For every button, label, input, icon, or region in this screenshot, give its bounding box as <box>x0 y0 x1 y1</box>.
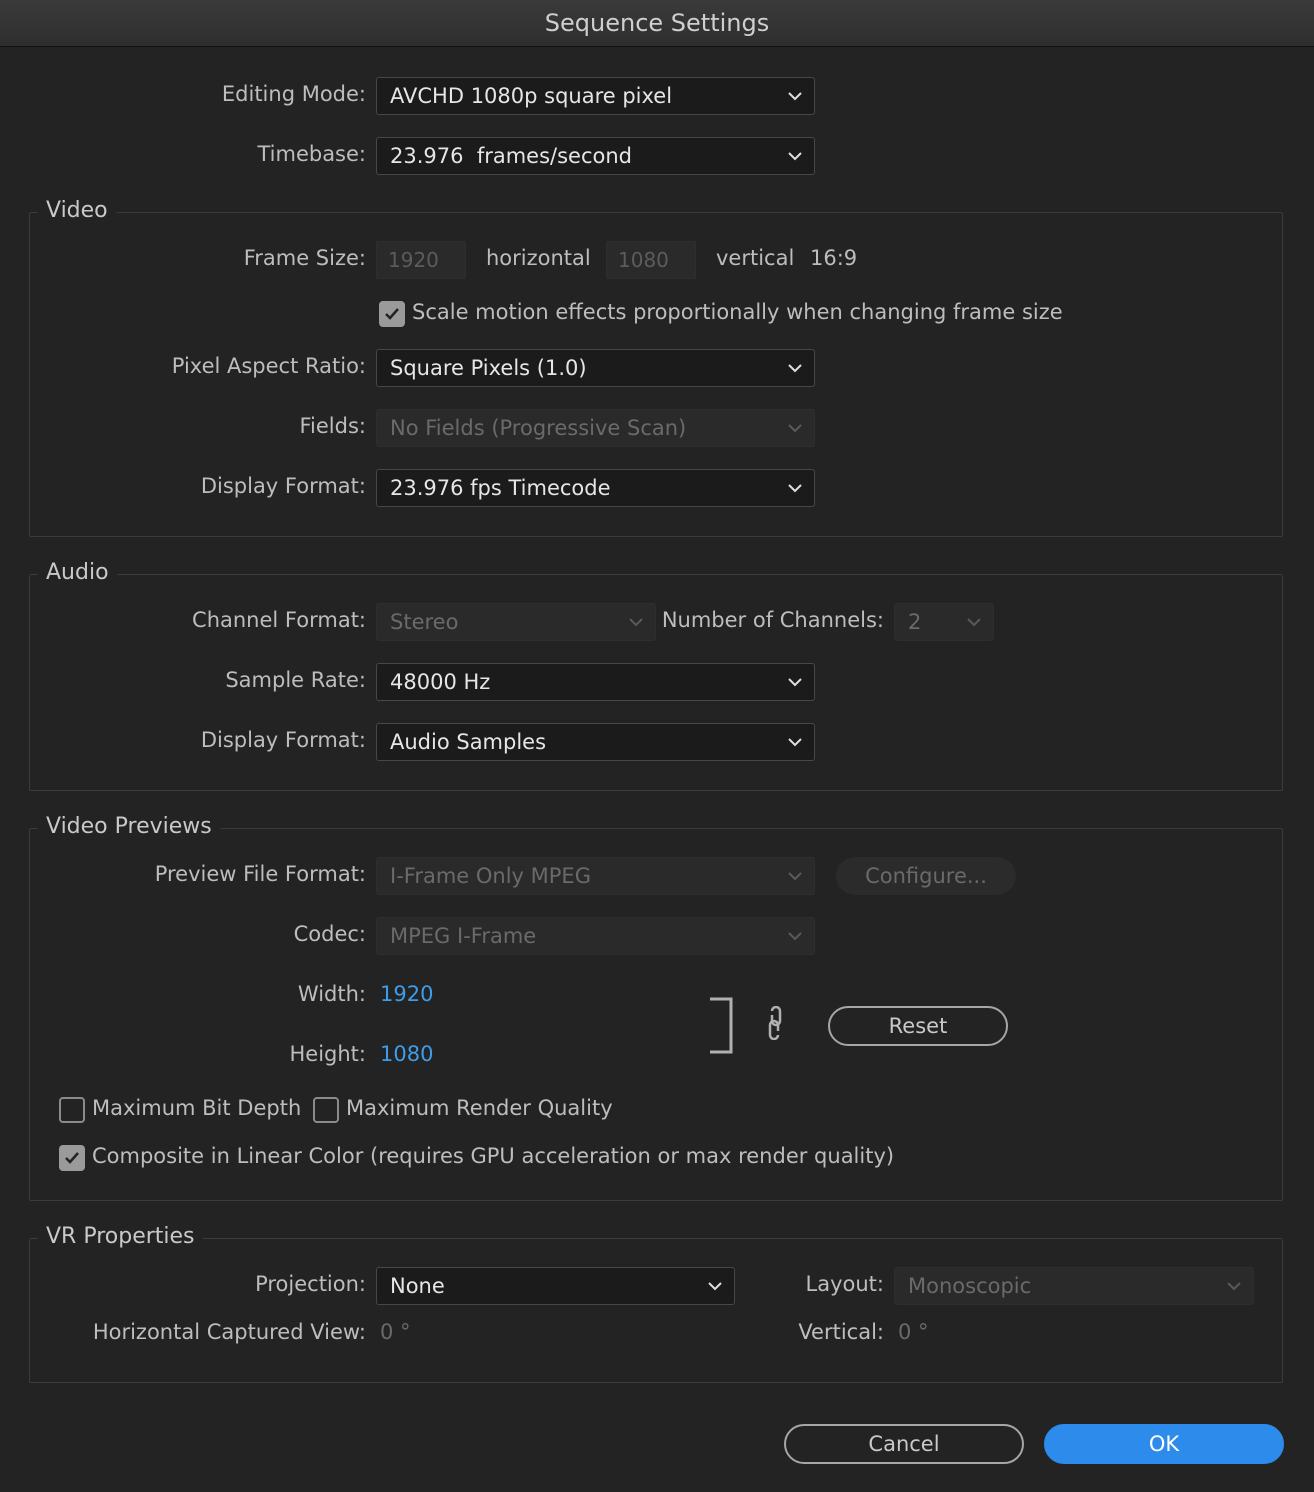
num-channels-select: 2 <box>894 603 994 641</box>
timebase-value: 23.976 frames/second <box>390 144 633 168</box>
audio-display-format-label: Display Format: <box>200 728 366 752</box>
projection-value: None <box>390 1274 445 1298</box>
max-render-quality-checkbox[interactable] <box>313 1097 339 1123</box>
chevron-down-icon <box>1227 1282 1241 1291</box>
height-label: Height: <box>289 1042 367 1066</box>
channel-format-select: Stereo <box>376 603 656 641</box>
pixel-aspect-select[interactable]: Square Pixels (1.0) <box>376 349 815 387</box>
configure-button: Configure... <box>836 857 1016 895</box>
channel-format-label: Channel Format: <box>192 608 366 632</box>
timebase-select[interactable]: 23.976 frames/second <box>376 137 815 175</box>
vertical-label: Vertical: <box>798 1320 884 1344</box>
chevron-down-icon <box>788 484 802 493</box>
horizontal-captured-view-value: 0 ° <box>380 1320 411 1344</box>
fields-value: No Fields (Progressive Scan) <box>390 416 687 440</box>
linear-color-checkbox[interactable] <box>59 1145 85 1171</box>
num-channels-label: Number of Channels: <box>661 608 884 632</box>
chevron-down-icon <box>788 738 802 747</box>
frame-height-field[interactable]: 1080 <box>606 241 696 279</box>
audio-group-title: Audio <box>38 560 117 585</box>
pixel-aspect-label: Pixel Aspect Ratio: <box>171 354 366 378</box>
chevron-down-icon <box>788 92 802 101</box>
preview-file-format-label: Preview File Format: <box>154 862 366 886</box>
ok-button[interactable]: OK <box>1044 1424 1284 1464</box>
codec-value: MPEG I-Frame <box>390 924 537 948</box>
link-bracket-icon <box>710 997 733 1054</box>
editing-mode-select[interactable]: AVCHD 1080p square pixel <box>376 77 815 115</box>
fields-label: Fields: <box>299 414 367 438</box>
max-bit-depth-checkbox[interactable] <box>59 1097 85 1123</box>
sample-rate-select[interactable]: 48000 Hz <box>376 663 815 701</box>
video-group-title: Video <box>38 198 116 223</box>
audio-display-format-value: Audio Samples <box>390 730 547 754</box>
layout-label: Layout: <box>805 1272 884 1296</box>
width-label: Width: <box>297 982 366 1006</box>
checkmark-icon <box>385 308 399 320</box>
vr-group <box>29 1238 1283 1383</box>
sequence-settings-dialog: Sequence Settings Editing Mode: AVCHD 10… <box>0 0 1314 1492</box>
width-value[interactable]: 1920 <box>380 982 433 1006</box>
aspect-ratio-text: 16:9 <box>810 246 858 270</box>
video-display-format-select[interactable]: 23.976 fps Timecode <box>376 469 815 507</box>
scale-motion-label: Scale motion effects proportionally when… <box>412 300 1063 324</box>
timebase-label: Timebase: <box>257 142 366 166</box>
window-title: Sequence Settings <box>0 0 1314 47</box>
chevron-down-icon <box>967 618 981 627</box>
scale-motion-checkbox[interactable] <box>379 301 405 327</box>
sample-rate-label: Sample Rate: <box>225 668 366 692</box>
layout-value: Monoscopic <box>908 1274 1032 1298</box>
video-display-format-label: Display Format: <box>200 474 366 498</box>
max-bit-depth-label: Maximum Bit Depth <box>92 1096 302 1120</box>
editing-mode-label: Editing Mode: <box>221 82 366 106</box>
editing-mode-value: AVCHD 1080p square pixel <box>390 84 673 108</box>
chevron-down-icon <box>788 932 802 941</box>
codec-label: Codec: <box>293 922 366 946</box>
audio-display-format-select[interactable]: Audio Samples <box>376 723 815 761</box>
projection-select[interactable]: None <box>376 1267 735 1305</box>
horizontal-captured-view-label: Horizontal Captured View: <box>92 1320 366 1344</box>
preview-file-format-select: I-Frame Only MPEG <box>376 857 815 895</box>
chevron-down-icon <box>788 364 802 373</box>
max-render-quality-label: Maximum Render Quality <box>346 1096 613 1120</box>
chevron-down-icon <box>788 424 802 433</box>
vertical-value: 0 ° <box>898 1320 929 1344</box>
chevron-down-icon <box>788 678 802 687</box>
vr-group-title: VR Properties <box>38 1224 203 1249</box>
chain-link-icon[interactable] <box>764 1006 786 1040</box>
frame-width-field[interactable]: 1920 <box>376 241 466 279</box>
checkmark-icon <box>65 1152 79 1164</box>
vertical-label: vertical <box>716 246 795 270</box>
layout-select: Monoscopic <box>894 1267 1254 1305</box>
horizontal-label: horizontal <box>486 246 591 270</box>
chevron-down-icon <box>708 1282 722 1291</box>
channel-format-value: Stereo <box>390 610 459 634</box>
linear-color-label: Composite in Linear Color (requires GPU … <box>92 1144 895 1168</box>
pixel-aspect-value: Square Pixels (1.0) <box>390 356 587 380</box>
chevron-down-icon <box>788 152 802 161</box>
frame-size-label: Frame Size: <box>243 246 366 270</box>
video-previews-group-title: Video Previews <box>38 814 220 839</box>
height-value[interactable]: 1080 <box>380 1042 433 1066</box>
fields-select: No Fields (Progressive Scan) <box>376 409 815 447</box>
chevron-down-icon <box>788 872 802 881</box>
preview-file-format-value: I-Frame Only MPEG <box>390 864 591 888</box>
num-channels-value: 2 <box>908 610 922 634</box>
projection-label: Projection: <box>255 1272 366 1296</box>
sample-rate-value: 48000 Hz <box>390 670 491 694</box>
chevron-down-icon <box>629 618 643 627</box>
cancel-button[interactable]: Cancel <box>784 1424 1024 1464</box>
video-display-format-value: 23.976 fps Timecode <box>390 476 611 500</box>
codec-select: MPEG I-Frame <box>376 917 815 955</box>
reset-button[interactable]: Reset <box>828 1006 1008 1046</box>
